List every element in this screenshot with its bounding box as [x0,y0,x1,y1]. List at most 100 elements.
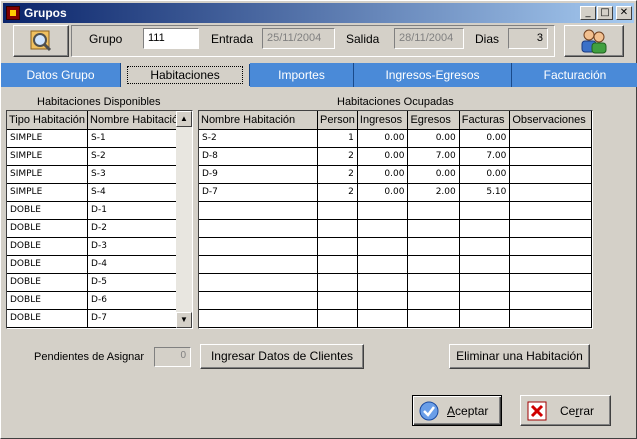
table-cell[interactable] [199,309,319,328]
table-cell[interactable]: D-8 [199,147,319,166]
table-cell[interactable] [459,309,511,328]
table-row[interactable]: DOBLE D-4 [7,255,188,274]
table-cell[interactable] [407,291,460,310]
table-row[interactable]: DOBLE D-1 [7,201,188,220]
table-cell[interactable]: S-1 [87,129,188,148]
table-cell[interactable]: DOBLE [7,237,89,256]
clients-button[interactable] [564,25,624,57]
table-cell[interactable]: 2 [317,165,358,184]
table-cell[interactable]: S-2 [87,147,188,166]
table-cell[interactable] [407,219,460,238]
table-cell[interactable] [407,237,460,256]
table-cell[interactable]: 5.10 [459,183,511,202]
table-cell[interactable] [509,147,592,166]
table-row[interactable]: S-2 1 0.00 0.00 0.00 [199,129,592,148]
table-cell[interactable] [317,219,358,238]
column-header[interactable]: Observaciones [509,111,592,130]
column-header[interactable]: Nombre Habitación [199,111,319,130]
grupo-field[interactable]: 111 [143,28,199,49]
title-bar[interactable]: Grupos _ □ ✕ [3,3,634,23]
table-cell[interactable]: 2 [317,183,358,202]
empty-row[interactable] [199,255,592,274]
table-cell[interactable]: 1 [317,129,358,148]
table-cell[interactable]: 2 [317,147,358,166]
table-cell[interactable] [509,309,592,328]
tab-importes[interactable]: Importes [250,63,354,87]
table-cell[interactable]: D-6 [87,291,188,310]
table-cell[interactable] [317,237,358,256]
table-cell[interactable] [357,201,409,220]
table-cell[interactable]: S-4 [87,183,188,202]
table-cell[interactable] [317,255,358,274]
table-cell[interactable] [509,201,592,220]
table-cell[interactable]: D-1 [87,201,188,220]
table-cell[interactable]: S-3 [87,165,188,184]
table-row[interactable]: D-8 2 0.00 7.00 7.00 [199,147,592,166]
table-cell[interactable]: 0.00 [357,183,409,202]
table-cell[interactable] [317,309,358,328]
tab-ingresos-egresos[interactable]: Ingresos-Egresos [354,63,512,87]
table-cell[interactable] [317,201,358,220]
table-cell[interactable] [459,201,511,220]
table-cell[interactable]: 0.00 [357,147,409,166]
table-cell[interactable] [509,237,592,256]
table-cell[interactable]: DOBLE [7,291,89,310]
column-header[interactable]: Ingresos [357,111,409,130]
table-cell[interactable]: SIMPLE [7,183,89,202]
table-cell[interactable] [509,255,592,274]
table-cell[interactable]: DOBLE [7,309,89,328]
table-cell[interactable]: DOBLE [7,201,89,220]
empty-row[interactable] [199,291,592,310]
column-header[interactable]: Egresos [407,111,460,130]
cerrar-button[interactable]: Cerrar [520,395,611,426]
table-cell[interactable] [357,255,409,274]
table-cell[interactable] [199,255,319,274]
empty-row[interactable] [199,273,592,292]
table-cell[interactable]: SIMPLE [7,147,89,166]
table-row[interactable]: DOBLE D-5 [7,273,188,292]
table-cell[interactable]: 2.00 [407,183,460,202]
table-cell[interactable] [407,309,460,328]
ingresar-clientes-button[interactable]: Ingresar Datos de Clientes [200,344,364,369]
table-cell[interactable] [199,219,319,238]
table-row[interactable]: DOBLE D-3 [7,237,188,256]
table-row[interactable]: SIMPLE S-3 [7,165,188,184]
table-cell[interactable] [509,129,592,148]
table-cell[interactable]: 7.00 [459,147,511,166]
column-header[interactable]: Person [317,111,358,130]
empty-row[interactable] [199,309,592,328]
table-cell[interactable] [317,291,358,310]
table-cell[interactable] [509,183,592,202]
table-cell[interactable] [199,273,319,292]
table-cell[interactable]: 0.00 [357,129,409,148]
table-row[interactable]: DOBLE D-6 [7,291,188,310]
table-row[interactable]: DOBLE D-7 [7,309,188,328]
table-cell[interactable] [459,219,511,238]
table-cell[interactable] [459,237,511,256]
table-cell[interactable] [199,201,319,220]
table-cell[interactable]: D-5 [87,273,188,292]
table-cell[interactable] [199,237,319,256]
table-cell[interactable] [199,291,319,310]
column-header[interactable]: Tipo Habitación [7,111,89,130]
table-cell[interactable]: DOBLE [7,255,89,274]
table-cell[interactable]: 0.00 [407,165,460,184]
empty-row[interactable] [199,201,592,220]
table-cell[interactable]: S-2 [199,129,319,148]
empty-row[interactable] [199,219,592,238]
tab-datos-grupo[interactable]: Datos Grupo [1,63,121,87]
table-row[interactable]: D-7 2 0.00 2.00 5.10 [199,183,592,202]
table-cell[interactable]: 0.00 [459,165,511,184]
table-cell[interactable] [357,273,409,292]
table-cell[interactable]: 0.00 [357,165,409,184]
table-cell[interactable]: D-3 [87,237,188,256]
ocupadas-grid[interactable]: Nombre Habitación Person Ingresos Egreso… [198,110,593,329]
scroll-down-button[interactable]: ▼ [176,312,192,328]
table-cell[interactable]: SIMPLE [7,129,89,148]
column-header[interactable]: Nombre Habitación [87,111,188,130]
table-cell[interactable] [509,219,592,238]
table-cell[interactable] [509,291,592,310]
table-cell[interactable]: DOBLE [7,273,89,292]
empty-row[interactable] [199,237,592,256]
table-cell[interactable] [459,255,511,274]
